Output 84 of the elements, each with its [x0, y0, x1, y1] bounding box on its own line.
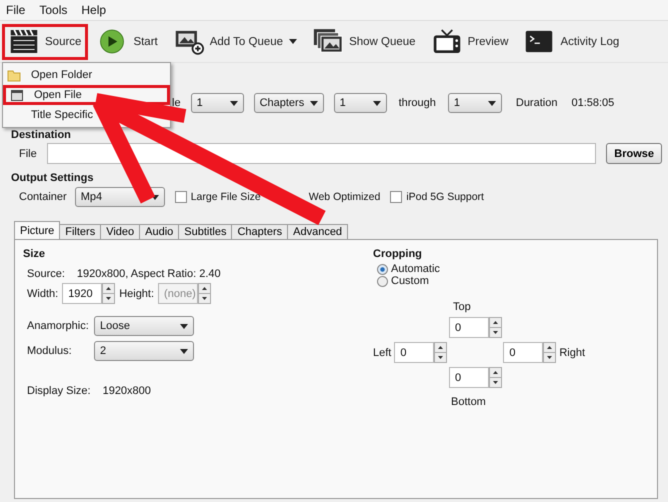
tab[interactable]: Picture — [14, 221, 60, 239]
right-label: Right — [559, 346, 586, 358]
radio-label: Automatic — [391, 263, 440, 275]
tv-icon — [432, 28, 462, 55]
spinner-arrows-icon[interactable] — [198, 283, 212, 304]
duration-label: Duration — [516, 97, 558, 109]
folder-icon — [7, 68, 21, 82]
terminal-icon — [524, 28, 554, 55]
menu-item[interactable]: Open File — [3, 85, 170, 105]
pictures-stack-icon — [313, 28, 344, 55]
caret-icon — [230, 100, 238, 106]
menu-item[interactable]: Title Specific — [3, 105, 170, 125]
modulus-label: Modulus: — [27, 345, 73, 357]
menu-item[interactable]: Help — [81, 3, 106, 17]
range-dropdown[interactable]: Chapters — [254, 93, 324, 113]
number-field[interactable]: 0 — [449, 367, 489, 388]
number-field[interactable]: 1920 — [62, 283, 102, 304]
tab[interactable]: Chapters — [231, 224, 288, 239]
anamorphic-label: Anamorphic: — [27, 320, 90, 332]
spinner-arrows-icon[interactable] — [489, 367, 502, 388]
option-label: iPod 5G Support — [406, 191, 484, 203]
duration-value: 01:58:05 — [571, 97, 614, 109]
start-dropdown[interactable]: 1 — [334, 93, 387, 113]
pictures-add-icon — [174, 28, 204, 55]
tab[interactable]: Video — [100, 224, 140, 239]
left-label: Left — [373, 346, 392, 358]
clapperboard-icon — [9, 28, 39, 55]
title-dropdown[interactable]: 1 — [190, 93, 244, 113]
caret-icon — [289, 39, 298, 44]
section-heading: Output Settings — [11, 172, 94, 184]
toolbar-button[interactable]: Preview — [424, 24, 516, 60]
source-value: 1920x800, Aspect Ratio: 2.40 — [76, 268, 221, 280]
top-label: Top — [453, 301, 471, 313]
toolbar-button[interactable]: Start — [90, 24, 165, 60]
caret-icon — [372, 100, 381, 106]
caret-icon — [180, 348, 188, 354]
bottom-label: Bottom — [451, 396, 486, 408]
caret-icon — [150, 194, 159, 200]
end-dropdown[interactable]: 1 — [448, 93, 502, 113]
radio-label: Custom — [391, 275, 429, 287]
toolbar-button[interactable]: Activity Log — [517, 24, 626, 60]
spinner-arrows-icon[interactable] — [434, 342, 448, 363]
radio-button[interactable] — [377, 276, 388, 286]
tab[interactable]: Audio — [139, 224, 180, 239]
container-label: Container — [19, 191, 67, 203]
width-label: Width: — [27, 288, 58, 300]
tab[interactable]: Subtitles — [178, 224, 232, 239]
section-heading: Size — [23, 248, 46, 260]
browse-button[interactable]: Browse — [606, 143, 662, 164]
caret-icon — [180, 324, 188, 328]
height-label: Height: — [119, 288, 154, 300]
through-label: through — [398, 97, 436, 109]
title-label: le — [172, 97, 181, 109]
anamorphic-dropdown[interactable]: Loose — [94, 316, 194, 336]
tab[interactable]: Filters — [59, 224, 102, 239]
menu-item[interactable]: Tools — [39, 3, 68, 17]
modulus-dropdown[interactable]: 2 — [94, 341, 194, 361]
file-label: File — [19, 148, 37, 160]
number-field[interactable]: 0 — [394, 342, 434, 363]
number-field[interactable]: 0 — [449, 317, 489, 338]
menu-item[interactable]: Open Folder — [3, 65, 170, 85]
menu-item[interactable]: File — [6, 3, 26, 17]
display-size-value: 1920x800 — [102, 385, 151, 397]
clapperboard-icon — [10, 88, 24, 102]
toolbar-button[interactable]: Add To Queue — [166, 24, 304, 60]
tab[interactable]: Advanced — [287, 224, 348, 239]
number-field[interactable]: 0 — [503, 342, 544, 363]
radio-button[interactable] — [377, 264, 388, 274]
section-heading: Destination — [11, 129, 72, 141]
spinner-arrows-icon[interactable] — [489, 317, 502, 338]
file-path-field[interactable] — [46, 143, 596, 164]
caret-icon — [488, 100, 496, 106]
toolbar-button[interactable]: Source — [2, 24, 88, 60]
checkbox[interactable] — [390, 191, 402, 203]
spinner-arrows-icon[interactable] — [543, 342, 556, 363]
checkbox[interactable] — [174, 191, 187, 203]
spinner-arrows-icon[interactable] — [102, 283, 116, 304]
option-label: Large File Size — [190, 191, 261, 203]
section-heading: Cropping — [373, 248, 423, 260]
option-label: Web Optimized — [308, 191, 380, 203]
source-label: Source: — [27, 268, 65, 280]
caret-icon — [310, 100, 318, 106]
toolbar-button[interactable]: Show Queue — [306, 24, 423, 60]
display-size-label: Display Size: — [27, 385, 91, 397]
